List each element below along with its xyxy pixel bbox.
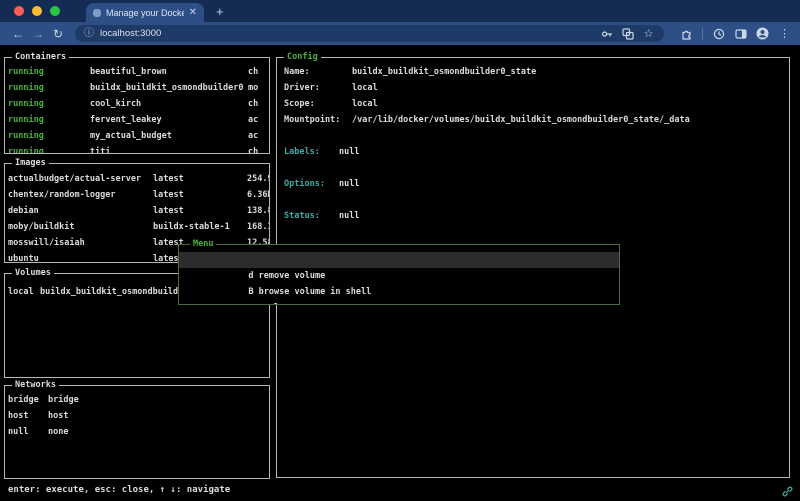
close-window-button[interactable] (14, 6, 24, 16)
browser-toolbar: ← → ↻ ⓘ localhost:3000 ☆ (0, 22, 800, 45)
container-row[interactable]: running my_actual_budget ac (5, 128, 269, 144)
browser-tab[interactable]: Manage your Docker fleet wi ✕ (86, 3, 204, 22)
menu-kebab-icon[interactable]: ⋮ (778, 27, 791, 40)
bookmark-star-icon[interactable]: ☆ (642, 27, 655, 40)
tab-close-icon[interactable]: ✕ (189, 8, 197, 18)
container-row[interactable]: running fervent_leakey ac (5, 112, 269, 128)
reload-icon[interactable]: ↻ (49, 28, 67, 40)
extension-clock-icon[interactable] (712, 27, 725, 40)
keybinding-status-bar: enter: execute, esc: close, ↑ ↓: navigat… (8, 482, 230, 498)
tab-favicon-icon (93, 9, 101, 17)
image-row[interactable]: actualbudget/actual-server latest 254.98 (5, 171, 269, 187)
site-info-icon[interactable]: ⓘ (84, 29, 94, 39)
menu-item[interactable]: cancel (179, 284, 619, 300)
address-bar[interactable]: ⓘ localhost:3000 ☆ (75, 25, 664, 42)
side-panel-icon[interactable] (734, 27, 747, 40)
networks-panel: Networks bridge bridge host host null (4, 385, 270, 479)
network-row[interactable]: host host (5, 408, 269, 424)
url-text[interactable]: localhost:3000 (100, 28, 594, 39)
image-row[interactable]: chentex/random-logger latest 6.36MB (5, 187, 269, 203)
containers-panel: Containers running beautiful_brown ch ru… (4, 57, 270, 154)
toolbar-divider (702, 28, 703, 40)
container-row[interactable]: running titi ch (5, 144, 269, 153)
profile-avatar-icon[interactable] (756, 27, 769, 40)
toolbar-actions: ⋮ (680, 27, 791, 40)
traffic-lights (0, 0, 74, 22)
image-row[interactable]: debian latest 138.84 (5, 203, 269, 219)
menu-popup: Menu d remove volume B browse volume in … (178, 244, 620, 305)
back-icon[interactable]: ← (9, 28, 27, 40)
network-row[interactable]: null none (5, 424, 269, 440)
container-row[interactable]: running beautiful_brown ch (5, 64, 269, 80)
browser-window: Manage your Docker fleet wi ✕ + ← → ↻ ⓘ … (0, 0, 800, 501)
minimize-window-button[interactable] (32, 6, 42, 16)
password-key-icon[interactable] (600, 27, 613, 40)
container-row[interactable]: running buildx_buildkit_osmondbuilder0 m… (5, 80, 269, 96)
maximize-window-button[interactable] (50, 6, 60, 16)
extensions-puzzle-icon[interactable] (680, 27, 693, 40)
network-row[interactable]: bridge bridge (5, 392, 269, 408)
menu-item[interactable]: d remove volume (179, 252, 619, 268)
forward-icon[interactable]: → (29, 28, 47, 40)
isaiah-tui: Containers running beautiful_brown ch ru… (0, 45, 800, 501)
new-tab-button[interactable]: + (216, 4, 224, 22)
config-extra-field: Options: null (277, 176, 789, 192)
image-row[interactable]: moby/buildkit buildx-stable-1 168.13 (5, 219, 269, 235)
container-row[interactable]: running cool_kirch ch (5, 96, 269, 112)
tab-bar: Manage your Docker fleet wi ✕ + (0, 0, 800, 22)
menu-item[interactable]: B browse volume in shell (179, 268, 619, 284)
translate-icon[interactable] (621, 27, 634, 40)
connection-link-icon (782, 486, 793, 500)
tab-title: Manage your Docker fleet wi (106, 8, 184, 18)
config-extra-field: Status: null (277, 208, 789, 224)
config-extra-field: Labels: null (277, 144, 789, 160)
